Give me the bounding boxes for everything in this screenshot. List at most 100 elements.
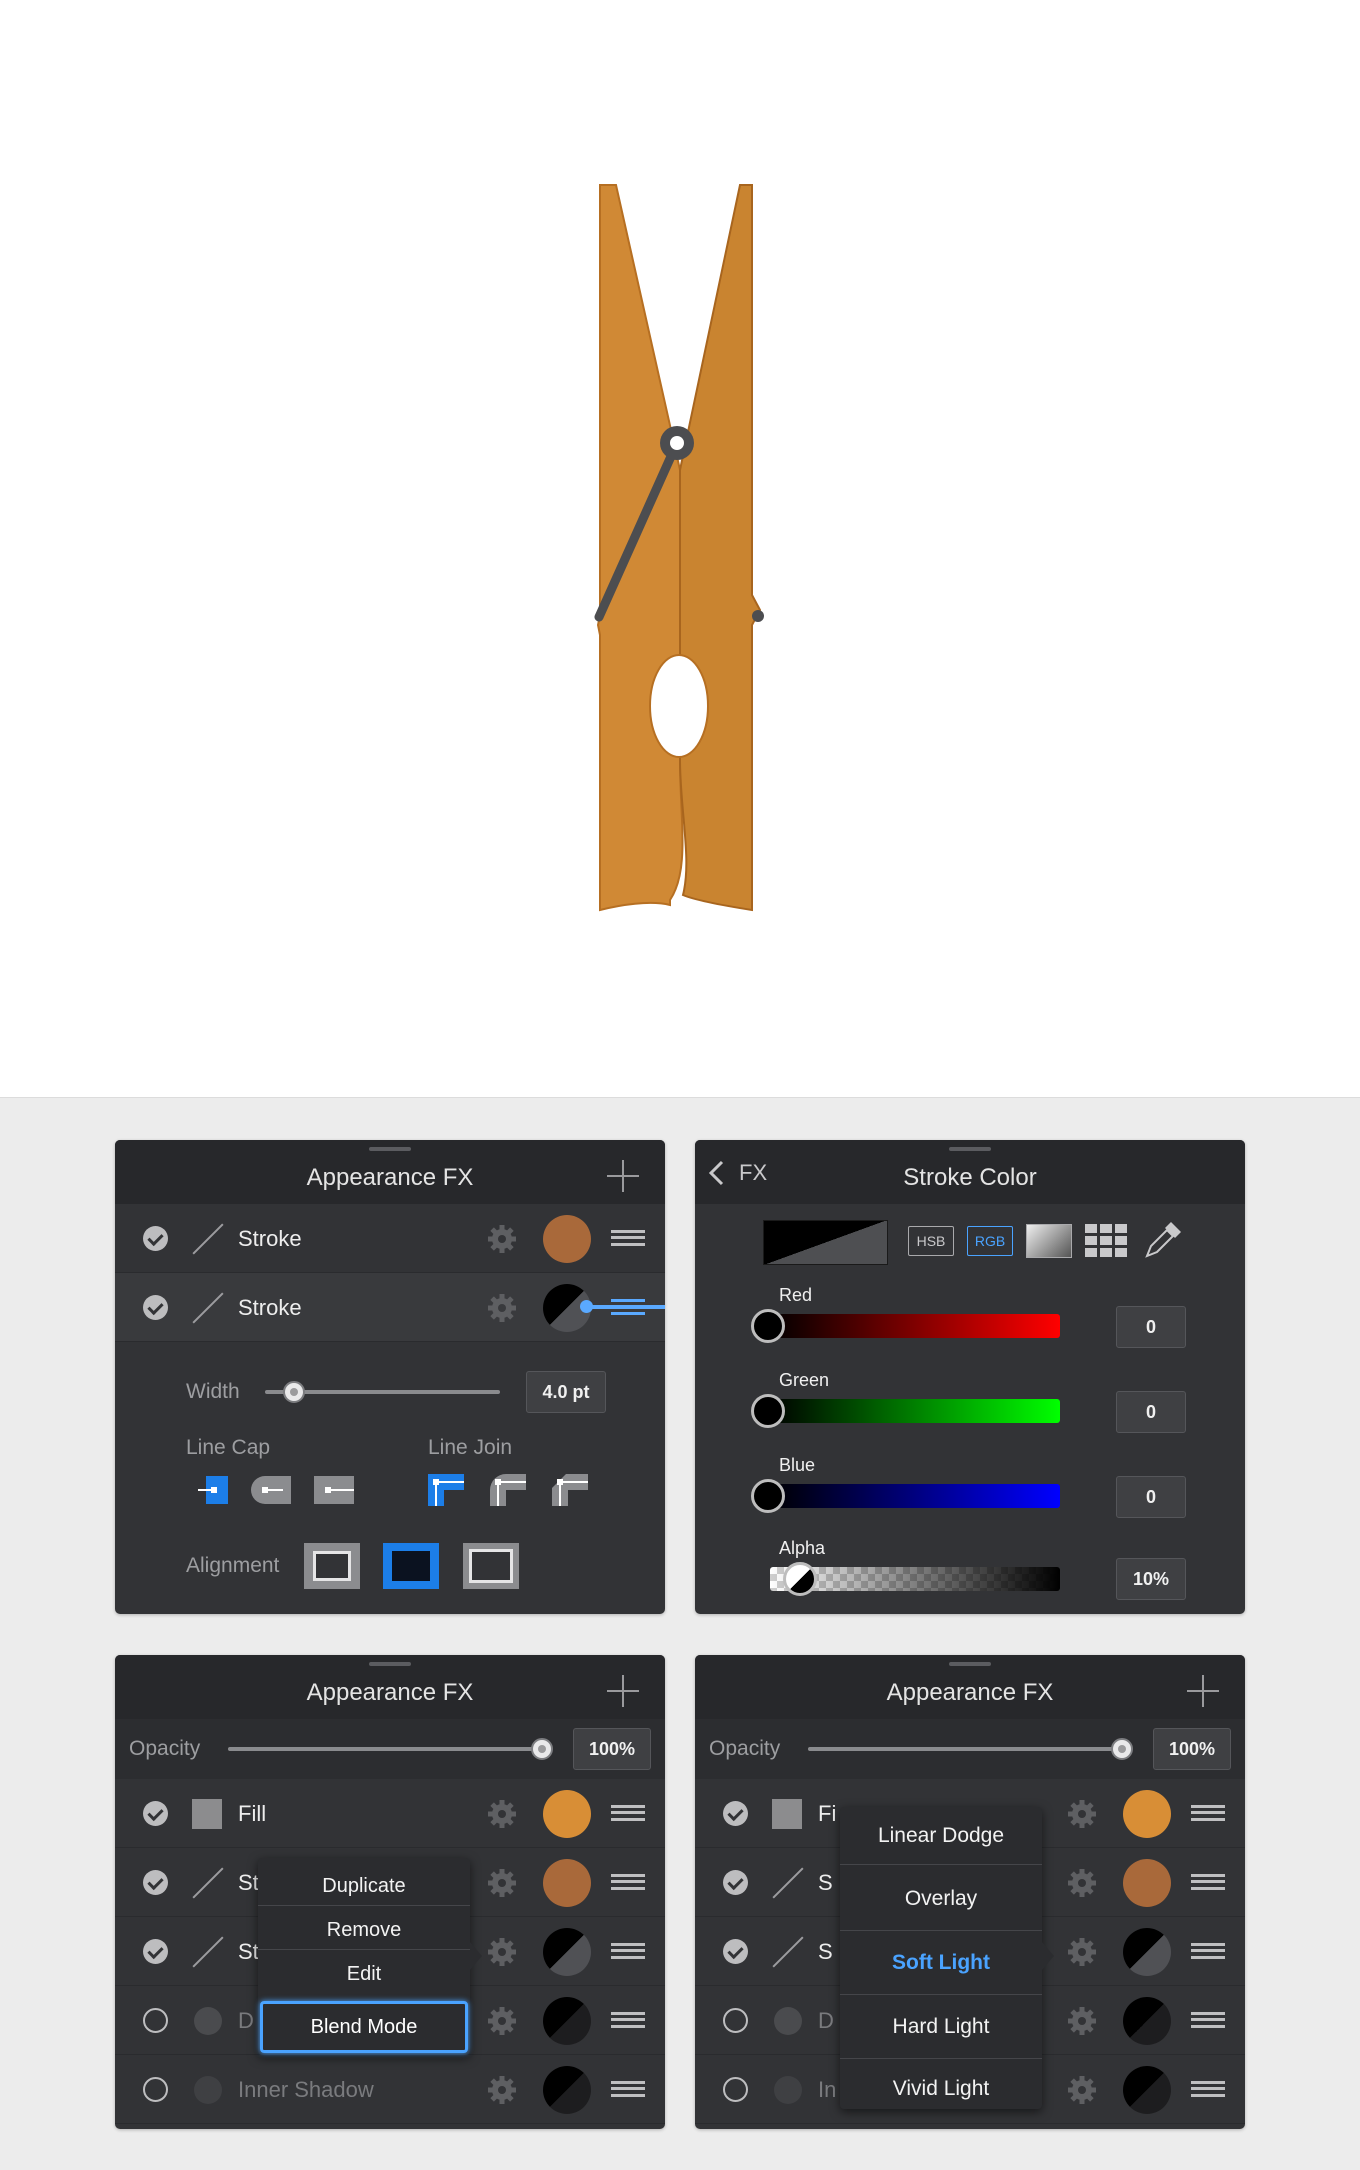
effect-row-stroke-1[interactable]: Stroke xyxy=(115,1204,665,1273)
enabled-checkbox[interactable] xyxy=(143,1801,168,1826)
gradient-mode-button[interactable] xyxy=(1026,1224,1072,1258)
menu-item-edit[interactable]: Edit xyxy=(258,1954,470,1994)
round-join-icon[interactable] xyxy=(488,1472,528,1508)
gear-icon[interactable] xyxy=(487,1224,517,1254)
enabled-checkbox[interactable] xyxy=(143,1295,168,1320)
width-value[interactable]: 4.0 pt xyxy=(526,1371,606,1413)
color-swatch[interactable] xyxy=(543,1997,591,2045)
drag-handle-icon[interactable] xyxy=(1191,2081,1225,2097)
blue-value[interactable]: 0 xyxy=(1116,1476,1186,1518)
blend-linear-dodge[interactable]: Linear Dodge xyxy=(840,1807,1042,1865)
color-swatch[interactable] xyxy=(543,1859,591,1907)
align-inside-button[interactable] xyxy=(304,1543,360,1589)
add-effect-button[interactable] xyxy=(607,1160,639,1192)
align-center-button[interactable] xyxy=(383,1543,439,1589)
color-swatch[interactable] xyxy=(1123,1997,1171,2045)
butt-cap-icon[interactable] xyxy=(198,1472,238,1508)
opacity-slider[interactable] xyxy=(228,1747,548,1751)
alpha-value[interactable]: 10% xyxy=(1116,1558,1186,1600)
square-cap-icon[interactable] xyxy=(314,1472,354,1508)
red-value[interactable]: 0 xyxy=(1116,1306,1186,1348)
opacity-slider-knob[interactable] xyxy=(531,1738,553,1760)
effect-label: In xyxy=(818,2077,837,2102)
drag-handle-icon[interactable] xyxy=(611,2081,645,2097)
drag-handle-icon[interactable] xyxy=(611,1805,645,1821)
blend-overlay[interactable]: Overlay xyxy=(840,1867,1042,1931)
gear-icon[interactable] xyxy=(487,1868,517,1898)
disabled-checkbox[interactable] xyxy=(723,2008,748,2033)
color-swatch[interactable] xyxy=(543,1790,591,1838)
green-slider[interactable] xyxy=(770,1399,1060,1423)
drag-handle-icon[interactable] xyxy=(1191,1943,1225,1959)
add-effect-button[interactable] xyxy=(607,1675,639,1707)
panel-grip-handle[interactable] xyxy=(369,1147,411,1151)
gear-icon[interactable] xyxy=(1067,2075,1097,2105)
blue-slider-knob[interactable] xyxy=(751,1479,785,1513)
color-swatch[interactable] xyxy=(543,1928,591,1976)
effect-row-fill[interactable]: Fill xyxy=(115,1779,665,1848)
bevel-join-icon[interactable] xyxy=(550,1472,590,1508)
eyedropper-icon[interactable] xyxy=(1143,1222,1181,1260)
color-swatch[interactable] xyxy=(1123,1859,1171,1907)
width-slider-knob[interactable] xyxy=(283,1381,305,1403)
drag-handle-icon[interactable] xyxy=(1191,1874,1225,1890)
hsb-mode-button[interactable]: HSB xyxy=(908,1226,954,1256)
gear-icon[interactable] xyxy=(1067,2006,1097,2036)
enabled-checkbox[interactable] xyxy=(143,1226,168,1251)
color-swatch[interactable] xyxy=(1123,1928,1171,1976)
swatch-grid-icon[interactable] xyxy=(1085,1224,1129,1258)
effect-row-stroke-2[interactable]: Stroke xyxy=(115,1273,665,1342)
round-cap-icon[interactable] xyxy=(251,1472,291,1508)
effect-row-inner-shadow[interactable]: Inner Shadow xyxy=(115,2055,665,2124)
enabled-checkbox[interactable] xyxy=(143,1870,168,1895)
red-slider-knob[interactable] xyxy=(751,1309,785,1343)
gear-icon[interactable] xyxy=(487,2075,517,2105)
blend-soft-light[interactable]: Soft Light xyxy=(840,1931,1042,1995)
menu-item-duplicate[interactable]: Duplicate xyxy=(258,1866,470,1906)
disabled-checkbox[interactable] xyxy=(143,2008,168,2033)
add-effect-button[interactable] xyxy=(1187,1675,1219,1707)
gear-icon[interactable] xyxy=(487,1937,517,1967)
align-outside-button[interactable] xyxy=(463,1543,519,1589)
gear-icon[interactable] xyxy=(1067,1937,1097,1967)
blend-hard-light[interactable]: Hard Light xyxy=(840,1995,1042,2059)
opacity-slider[interactable] xyxy=(808,1747,1128,1751)
gear-icon[interactable] xyxy=(1067,1868,1097,1898)
color-swatch[interactable] xyxy=(543,1215,591,1263)
enabled-checkbox[interactable] xyxy=(723,1870,748,1895)
gear-icon[interactable] xyxy=(487,1293,517,1323)
panel-grip-handle[interactable] xyxy=(949,1147,991,1151)
drag-handle-icon[interactable] xyxy=(611,1943,645,1959)
drag-handle-icon[interactable] xyxy=(611,1874,645,1890)
opacity-value[interactable]: 100% xyxy=(1153,1728,1231,1770)
enabled-checkbox[interactable] xyxy=(723,1801,748,1826)
drag-handle-icon[interactable] xyxy=(1191,2012,1225,2028)
green-value[interactable]: 0 xyxy=(1116,1391,1186,1433)
red-slider[interactable] xyxy=(770,1314,1060,1338)
gear-icon[interactable] xyxy=(1067,1799,1097,1829)
disabled-checkbox[interactable] xyxy=(723,2077,748,2102)
menu-item-remove[interactable]: Remove xyxy=(258,1910,470,1950)
gear-icon[interactable] xyxy=(487,1799,517,1829)
disabled-checkbox[interactable] xyxy=(143,2077,168,2102)
drag-handle-icon[interactable] xyxy=(611,2012,645,2028)
color-swatch[interactable] xyxy=(543,2066,591,2114)
green-slider-knob[interactable] xyxy=(751,1394,785,1428)
drag-handle-icon[interactable] xyxy=(1191,1805,1225,1821)
alpha-slider-knob[interactable] xyxy=(783,1562,817,1596)
drag-handle-icon[interactable] xyxy=(611,1230,645,1246)
enabled-checkbox[interactable] xyxy=(723,1939,748,1964)
enabled-checkbox[interactable] xyxy=(143,1939,168,1964)
panel-grip-handle[interactable] xyxy=(369,1662,411,1666)
color-swatch[interactable] xyxy=(1123,2066,1171,2114)
menu-item-blend-mode[interactable]: Blend Mode xyxy=(260,2001,468,2053)
blend-vivid-light[interactable]: Vivid Light xyxy=(840,2059,1042,2109)
miter-join-icon[interactable] xyxy=(426,1472,466,1508)
color-swatch[interactable] xyxy=(1123,1790,1171,1838)
gear-icon[interactable] xyxy=(487,2006,517,2036)
opacity-value[interactable]: 100% xyxy=(573,1728,651,1770)
blue-slider[interactable] xyxy=(770,1484,1060,1508)
rgb-mode-button[interactable]: RGB xyxy=(967,1226,1013,1256)
opacity-slider-knob[interactable] xyxy=(1111,1738,1133,1760)
panel-grip-handle[interactable] xyxy=(949,1662,991,1666)
